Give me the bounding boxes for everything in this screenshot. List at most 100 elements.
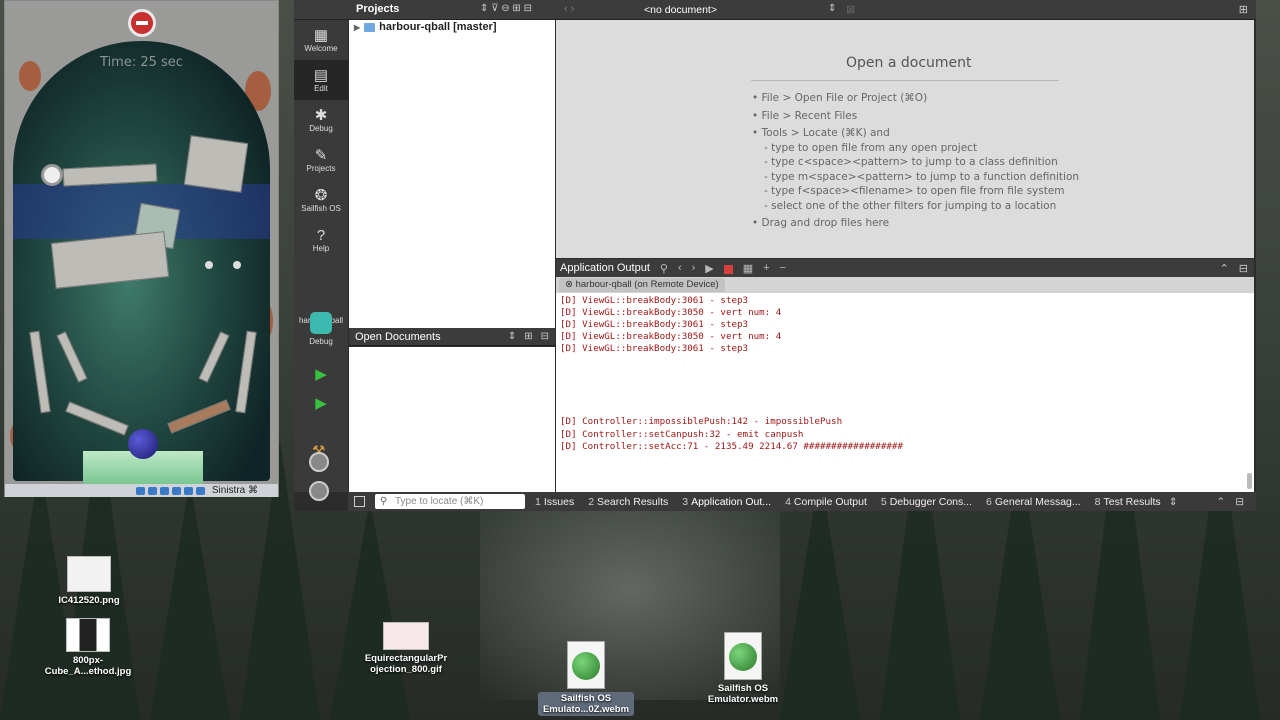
dropdown-icon[interactable]: ⇕ xyxy=(508,331,516,342)
toolbar-icon[interactable] xyxy=(183,486,193,495)
tab-issues[interactable]: 1 Issues xyxy=(535,496,574,508)
zoom-in-icon[interactable]: + xyxy=(763,262,769,275)
toolbar-icon[interactable] xyxy=(147,486,157,495)
desktop-file-icon[interactable]: IC412520.png xyxy=(50,556,128,606)
kit-selector[interactable]: Debug xyxy=(294,312,348,354)
hint-line: - type c<space><pattern> to jump to a cl… xyxy=(764,156,1058,168)
dropdown-icon[interactable]: ⇕ xyxy=(828,3,836,14)
sailfish-kit-icon xyxy=(310,312,332,334)
mode-debug[interactable]: ✱ Debug xyxy=(294,100,348,140)
video-file-icon xyxy=(567,641,605,689)
nav-arrows-icon[interactable]: ‹ › xyxy=(564,3,574,15)
maximize-output-icon[interactable]: ⌃ xyxy=(1216,496,1225,508)
desktop-file-icon[interactable]: 800px- Cube_A...ethod.jpg xyxy=(40,618,136,677)
document-selector[interactable]: <no document> xyxy=(644,4,717,16)
split-icon[interactable]: ⊞ xyxy=(1239,3,1248,16)
application-output-log[interactable]: [D] ViewGL::breakBody:3061 - step3 [D] V… xyxy=(556,293,1254,492)
close-pane-icon[interactable]: ⊟ xyxy=(1239,262,1248,275)
file-label: Sailfish OS xyxy=(560,693,612,704)
stop-icon[interactable] xyxy=(723,264,733,274)
close-document-icon[interactable]: ⊠ xyxy=(846,3,855,16)
desktop-file-icon[interactable]: Sailfish OS Emulator.webm xyxy=(698,632,788,705)
tab-number: 3 xyxy=(682,495,689,508)
image-thumbnail xyxy=(66,618,110,652)
more-tabs-icon[interactable]: ⇕ xyxy=(1169,496,1178,508)
hint-line: - type m<space><pattern> to jump to a fu… xyxy=(764,170,1080,183)
expand-arrow-icon[interactable]: ▶ xyxy=(354,23,360,32)
game-timer: Time: 25 sec xyxy=(100,55,183,70)
file-label: 800px- xyxy=(72,655,104,666)
toolbar-icon[interactable] xyxy=(159,486,169,495)
tab-search-results[interactable]: 2 Search Results xyxy=(588,496,668,508)
zoom-out-icon[interactable]: − xyxy=(780,262,786,275)
tab-application-output[interactable]: 3 Application Out... xyxy=(682,496,771,508)
tab-compile-output[interactable]: 4 Compile Output xyxy=(785,496,867,508)
debug-run-icon[interactable]: ▶ xyxy=(312,395,330,413)
mode-label: Projects xyxy=(306,164,336,173)
pinball-game[interactable]: Time: 25 sec xyxy=(5,1,278,484)
tab-test-results[interactable]: 8 Test Results xyxy=(1095,496,1161,508)
tab-debugger-console[interactable]: 5 Debugger Cons... xyxy=(881,496,972,508)
mode-label: Welcome xyxy=(304,44,338,53)
file-label: Emulato...0Z.webm xyxy=(542,704,630,715)
open-documents-list[interactable] xyxy=(349,347,555,492)
mode-sailfish[interactable]: ❂ Sailfish OS xyxy=(294,180,348,220)
grid-icon: ▦ xyxy=(313,27,329,44)
folder-icon xyxy=(364,22,376,32)
locator-placeholder: Type to locate (⌘K) xyxy=(395,496,484,507)
forward-icon[interactable]: › xyxy=(692,262,696,275)
sidebar-toggle-icon[interactable] xyxy=(354,496,365,507)
log-line: [D] ViewGL::breakBody:3061 - step3 xyxy=(560,319,749,330)
obstacle xyxy=(183,135,249,193)
emulator-toolbar: Sinistra ⌘ xyxy=(5,484,278,497)
close-pane-icon[interactable]: ⊟ xyxy=(541,331,549,342)
mode-label: Help xyxy=(312,244,330,253)
output-tab[interactable]: ⊗ harbour-qball (on Remote Device) xyxy=(559,278,725,292)
editor-area[interactable]: Open a document • File > Open File or Pr… xyxy=(556,18,1254,258)
hint-line: - type to open file from any open projec… xyxy=(764,141,978,154)
emulator-icon[interactable] xyxy=(309,481,329,501)
projects-tree[interactable]: ▶ harbour-qball [master] xyxy=(349,18,555,328)
locator-input[interactable]: ⚲ Type to locate (⌘K) xyxy=(375,494,525,509)
split-icon[interactable]: ⊞ xyxy=(524,331,532,342)
open-document-title: Open a document xyxy=(846,55,972,71)
desktop-file-icon[interactable]: EquirectangularPr ojection_800.gif xyxy=(356,622,456,675)
edit-icon: ▤ xyxy=(313,67,329,84)
toolbar-icon[interactable] xyxy=(171,486,181,495)
stop-icon[interactable] xyxy=(128,9,156,37)
application-output-tabs: ⊗ harbour-qball (on Remote Device) xyxy=(556,277,1254,293)
hint-line: - select one of the other filters for ju… xyxy=(764,199,1057,212)
mode-edit[interactable]: ▤ Edit xyxy=(294,60,348,100)
tab-general-messages[interactable]: 6 General Messag... xyxy=(986,496,1081,508)
mode-label: Debug xyxy=(309,124,333,133)
back-icon[interactable]: ‹ xyxy=(678,262,682,275)
filter-icon[interactable]: ⇕ ⊽ ⊖ ⊞ ⊟ xyxy=(480,3,532,14)
clean-icon[interactable]: ▦ xyxy=(743,262,753,275)
desktop-file-icon[interactable]: Sailfish OS Emulato...0Z.webm xyxy=(538,641,634,716)
image-thumbnail xyxy=(383,622,429,650)
tab-number: 2 xyxy=(588,495,595,508)
close-tab-icon[interactable]: ⊗ xyxy=(565,279,576,290)
toolbar-icon[interactable] xyxy=(135,486,145,495)
scrollbar[interactable] xyxy=(1247,473,1252,489)
search-icon: ⚲ xyxy=(380,496,388,507)
output-tab-label: harbour-qball (on Remote Device) xyxy=(575,279,719,290)
emulator-window[interactable]: Time: 25 sec Sinistra ⌘ xyxy=(4,0,279,497)
attach-icon[interactable]: ⚲ xyxy=(660,262,668,275)
maximize-pane-icon[interactable]: ⌃ xyxy=(1220,262,1229,275)
run-icon[interactable]: ▶ xyxy=(312,366,330,384)
mode-help[interactable]: ? Help xyxy=(294,220,348,260)
deploy-icon[interactable] xyxy=(309,452,329,472)
keyboard-layout-label[interactable]: Sinistra ⌘ xyxy=(212,485,258,496)
mode-projects[interactable]: ✎ Projects xyxy=(294,140,348,180)
wrench-icon: ✎ xyxy=(314,147,328,164)
toolbar-icon[interactable] xyxy=(195,486,205,495)
rerun-icon[interactable]: ▶ xyxy=(705,262,713,275)
project-node[interactable]: ▶ harbour-qball [master] xyxy=(354,21,497,33)
file-label: Sailfish OS xyxy=(717,683,769,694)
tab-label: General Messag... xyxy=(994,495,1081,508)
close-output-icon[interactable]: ⊟ xyxy=(1235,496,1244,508)
projects-header: Projects xyxy=(356,3,400,15)
hint-line: - type f<space><filename> to open file f… xyxy=(764,185,1065,197)
mode-welcome[interactable]: ▦ Welcome xyxy=(294,20,348,60)
